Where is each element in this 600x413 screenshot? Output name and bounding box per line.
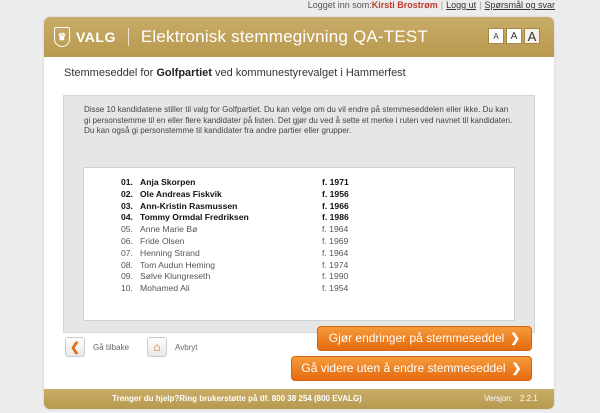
change-ballot-button[interactable]: Gjør endringer på stemmeseddel ❯ bbox=[317, 326, 532, 351]
intro-text: Disse 10 kandidatene stiller til valg fo… bbox=[84, 105, 513, 136]
ballot-party: Golfpartiet bbox=[156, 67, 212, 79]
chevron-left-icon: ❮ bbox=[65, 337, 85, 357]
candidate-birth-year: f. 1964 bbox=[322, 247, 349, 258]
font-size-small-button[interactable]: A bbox=[488, 28, 504, 44]
continue-without-change-button[interactable]: Gå videre uten å endre stemmeseddel ❯ bbox=[291, 356, 532, 381]
candidate-number: 05. bbox=[121, 224, 133, 235]
candidate-row: 09. Sølve Klungreseth f. 1990 bbox=[84, 271, 514, 283]
candidate-list: 01. Anja Skorpen f. 1971 02. Ole Andreas Fis… bbox=[83, 167, 515, 321]
font-size-medium-button[interactable]: A bbox=[506, 28, 522, 44]
coat-of-arms-icon: ♛ bbox=[54, 27, 70, 47]
help-link[interactable]: Spørsmål og svar bbox=[484, 0, 555, 10]
candidate-row: 08. Tom Audun Heming f. 1974 bbox=[84, 260, 514, 272]
candidate-name: Ann-Kristin Rasmussen bbox=[140, 200, 238, 211]
valg-logo: ♛ VALG bbox=[54, 27, 116, 47]
version-label: Versjon: bbox=[484, 394, 513, 403]
candidate-number: 03. bbox=[121, 200, 133, 211]
top-user-bar: Logget inn som:Kirsti Brostrøm | Logg ut | S… bbox=[307, 0, 555, 10]
candidate-birth-year: f. 1954 bbox=[322, 283, 349, 294]
candidate-birth-year: f. 1969 bbox=[322, 235, 349, 246]
candidate-birth-year: f. 1971 bbox=[322, 177, 349, 187]
cancel-button[interactable]: ⌂ Avbryt bbox=[147, 337, 198, 357]
candidate-name: Tommy Ormdal Fredriksen bbox=[140, 212, 249, 223]
candidate-name: Sølve Klungreseth bbox=[140, 271, 211, 282]
candidate-number: 04. bbox=[121, 212, 133, 223]
candidate-number: 01. bbox=[121, 177, 133, 187]
change-ballot-label: Gjør endringer på stemmeseddel bbox=[328, 331, 505, 345]
home-icon: ⌂ bbox=[147, 337, 167, 357]
candidate-name: Ole Andreas Fiskvik bbox=[140, 188, 222, 199]
candidate-name: Fride Olsen bbox=[140, 235, 185, 246]
candidate-number: 02. bbox=[121, 188, 133, 199]
candidate-name: Tom Audun Heming bbox=[140, 259, 215, 270]
candidate-birth-year: f. 1990 bbox=[322, 271, 349, 282]
candidate-name: Anne Marie Bø bbox=[140, 224, 198, 235]
ballot-prefix: Stemmeseddel for bbox=[64, 67, 157, 79]
ballot-panel: Disse 10 kandidatene stiller til valg fo… bbox=[63, 95, 535, 333]
ballot-heading: Stemmeseddel for Golfpartiet ved kommune… bbox=[64, 67, 406, 79]
candidate-number: 07. bbox=[121, 247, 133, 258]
candidate-row: 02. Ole Andreas Fiskvik f. 1956 bbox=[84, 189, 514, 201]
candidate-row: 03. Ann-Kristin Rasmussen f. 1966 bbox=[84, 201, 514, 213]
cancel-label: Avbryt bbox=[175, 342, 198, 352]
support-text: Trenger du hjelp?Ring brukerstøtte på tl… bbox=[112, 394, 362, 403]
main-frame: ♛ VALG Elektronisk stemmegivning QA-TEST… bbox=[44, 17, 554, 409]
candidate-row: 04. Tommy Ormdal Fredriksen f. 1986 bbox=[84, 212, 514, 224]
chevron-right-icon: ❯ bbox=[511, 361, 522, 375]
candidate-birth-year: f. 1966 bbox=[322, 200, 349, 211]
candidate-row: 01. Anja Skorpen f. 1971 bbox=[84, 177, 514, 189]
candidate-name: Henning Strand bbox=[140, 247, 200, 258]
candidate-number: 09. bbox=[121, 271, 133, 282]
continue-label: Gå videre uten å endre stemmeseddel bbox=[301, 361, 506, 375]
candidate-name: Mohamed Ali bbox=[140, 283, 190, 294]
candidate-row: 07. Henning Strand f. 1964 bbox=[84, 248, 514, 260]
candidate-number: 06. bbox=[121, 235, 133, 246]
logged-in-label: Logget inn som: bbox=[307, 0, 372, 10]
page-title: Elektronisk stemmegivning QA-TEST bbox=[140, 27, 429, 46]
candidate-number: 10. bbox=[121, 283, 133, 294]
candidate-row: 06. Fride Olsen f. 1969 bbox=[84, 236, 514, 248]
font-size-controls: A A A bbox=[488, 28, 540, 44]
font-size-large-button[interactable]: A bbox=[524, 28, 540, 44]
logout-link[interactable]: Logg ut bbox=[446, 0, 476, 10]
back-button[interactable]: ❮ Gå tilbake bbox=[65, 337, 129, 357]
logo-text: VALG bbox=[76, 29, 116, 45]
header-divider bbox=[127, 28, 129, 46]
candidate-birth-year: f. 1956 bbox=[322, 188, 349, 199]
candidate-number: 08. bbox=[121, 259, 133, 270]
version-number: 2.2.1 bbox=[520, 394, 538, 403]
back-label: Gå tilbake bbox=[93, 342, 130, 352]
chevron-right-icon: ❯ bbox=[510, 331, 521, 345]
candidate-row: 10. Mohamed Ali f. 1954 bbox=[84, 283, 514, 295]
ballot-suffix: ved kommunestyrevalget i Hammerfest bbox=[211, 67, 406, 79]
candidate-row: 05. Anne Marie Bø f. 1964 bbox=[84, 224, 514, 236]
candidate-name: Anja Skorpen bbox=[140, 177, 196, 187]
header-bar: ♛ VALG Elektronisk stemmegivning QA-TEST… bbox=[44, 17, 554, 57]
candidate-birth-year: f. 1964 bbox=[322, 224, 349, 235]
footer-bar: Trenger du hjelp?Ring brukerstøtte på tl… bbox=[44, 389, 554, 409]
user-name: Kirsti Brostrøm bbox=[371, 0, 438, 10]
candidate-birth-year: f. 1986 bbox=[322, 212, 349, 223]
candidate-birth-year: f. 1974 bbox=[322, 259, 349, 270]
